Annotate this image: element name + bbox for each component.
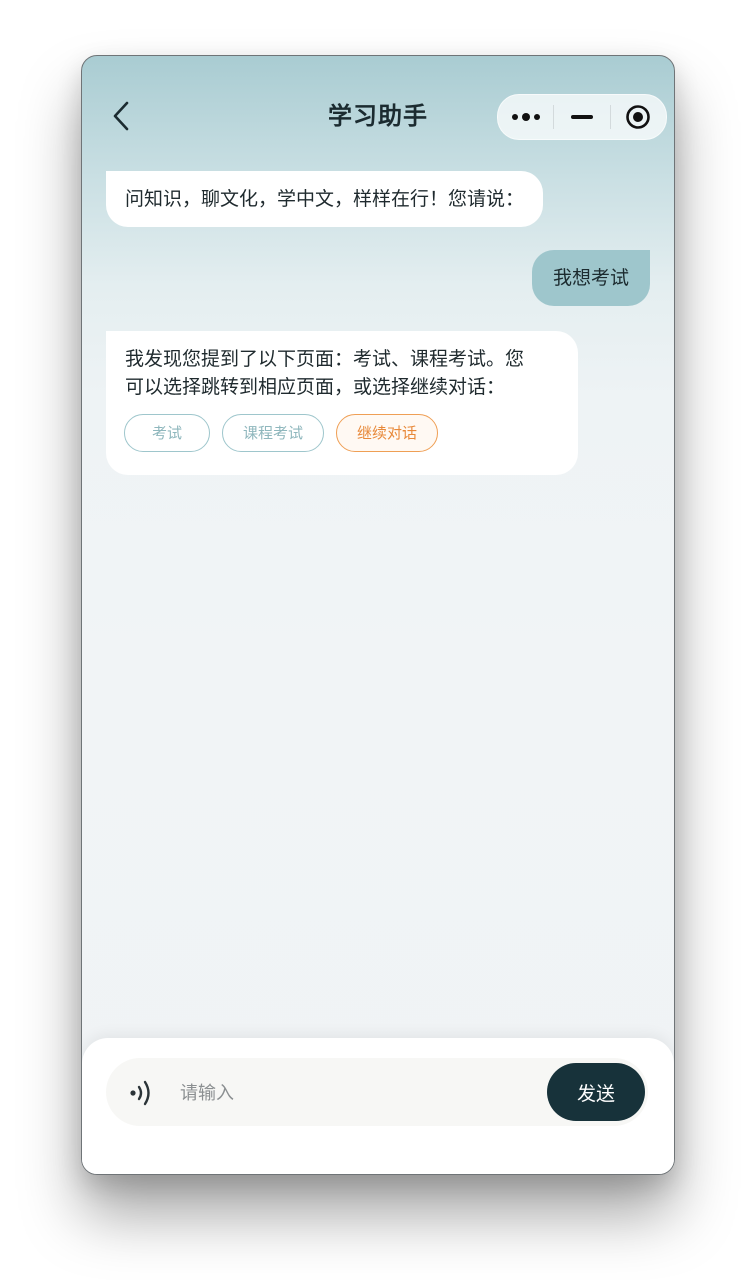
message-text: 问知识，聊文化，学中文，样样在行！您请说：: [125, 188, 525, 210]
composer-panel: 发送: [82, 1038, 674, 1174]
target-circle-icon: [626, 105, 651, 129]
user-message: 我想考试: [532, 250, 650, 306]
chat-window: 学习助手 问知识，聊文化，学中文，样样在行！您请说： 我想考试 我发现您提到了以…: [81, 55, 675, 1175]
send-button[interactable]: 发送: [547, 1063, 645, 1121]
composer-bar: 发送: [106, 1058, 648, 1126]
option-chip-continue-chat[interactable]: 继续对话: [336, 414, 438, 452]
minimize-icon: [570, 115, 593, 119]
message-text-line: 可以选择跳转到相应页面，或选择继续对话：: [125, 376, 506, 398]
assistant-message: 我发现您提到了以下页面：考试、课程考试。您 可以选择跳转到相应页面，或选择继续对…: [106, 331, 578, 475]
message-input[interactable]: [178, 1072, 542, 1114]
more-dots-icon: [511, 113, 540, 121]
assistant-message: 问知识，聊文化，学中文，样样在行！您请说：: [106, 171, 544, 227]
minimize-button[interactable]: [554, 95, 609, 139]
voice-wave-icon: [130, 1080, 150, 1106]
close-mini-program-button[interactable]: [611, 95, 666, 139]
voice-button[interactable]: [126, 1078, 156, 1108]
screen: 学习助手 问知识，聊文化，学中文，样样在行！您请说： 我想考试 我发现您提到了以…: [0, 0, 754, 1280]
option-chips: 考试 课程考试 继续对话: [124, 414, 438, 452]
mini-program-capsule: [497, 94, 667, 140]
option-chip-exam[interactable]: 考试: [124, 414, 210, 452]
message-text-line: 我发现您提到了以下页面：考试、课程考试。您: [125, 348, 525, 370]
more-button[interactable]: [498, 95, 553, 139]
message-text: 我想考试: [552, 267, 629, 289]
option-chip-course-exam[interactable]: 课程考试: [222, 414, 324, 452]
